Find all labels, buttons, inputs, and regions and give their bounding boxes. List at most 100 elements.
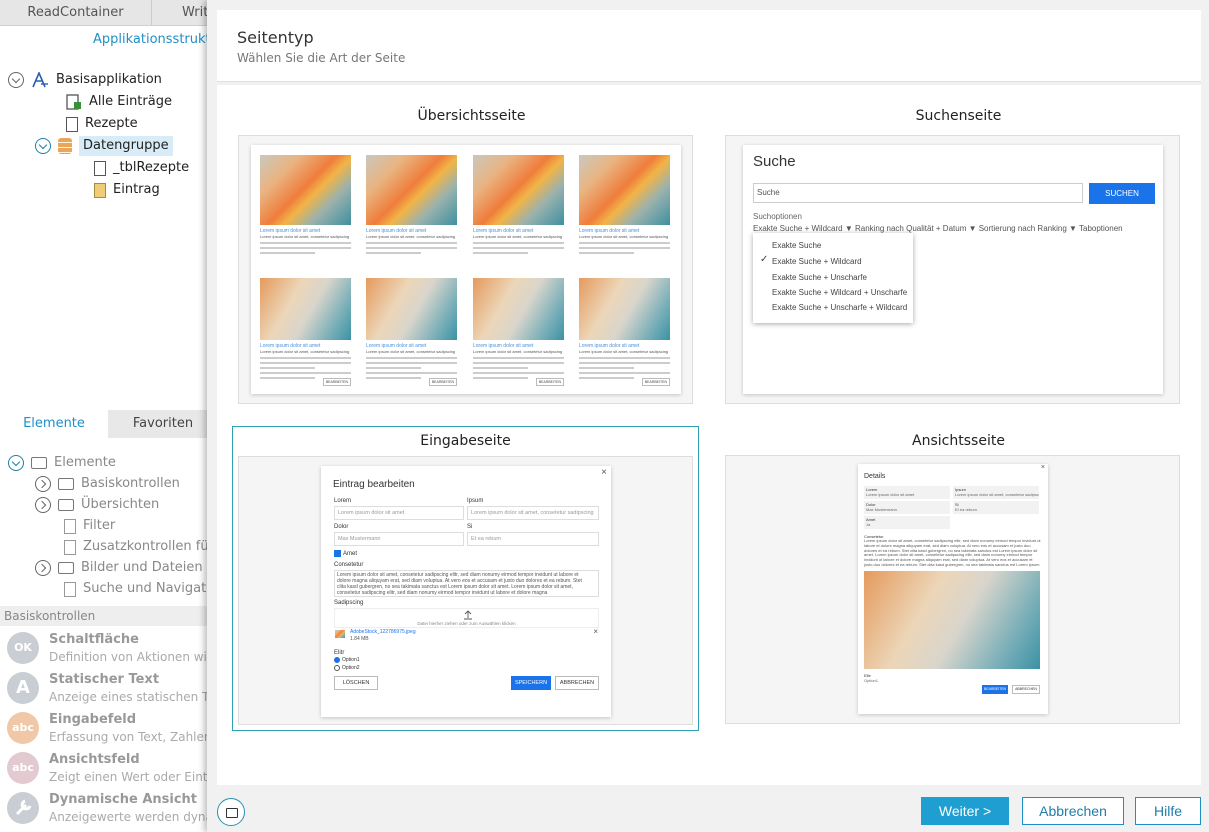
search-mode-menu: Exakte Suche ✓ Exakte Suche + Wildcard E… [753, 233, 913, 323]
elements-bilder[interactable]: Bilder und Dateien [35, 558, 203, 578]
menu-item: Exakte Suche + Wildcard [772, 257, 862, 266]
elements-basiskontrollen[interactable]: Basiskontrollen [35, 474, 180, 494]
tab-readcontainer[interactable]: ReadContainer [0, 0, 152, 26]
folder-icon [58, 478, 74, 490]
overview-item-text-line [579, 377, 634, 379]
overview-item-image [579, 278, 670, 340]
textarea-label: Consetetur [334, 562, 364, 568]
overview-item-text-line [579, 362, 670, 364]
control-desc: Anzeige eines statischen Te [49, 690, 215, 704]
tree-label: Übersichten [81, 497, 160, 512]
elements-root[interactable]: Elemente [8, 453, 116, 473]
option-suchenseite[interactable]: Suchenseite Suche Suche SUCHEN Suchoptio… [725, 105, 1192, 404]
option-uebersichtsseite[interactable]: Übersichtsseite Lorem ipsum dolor sit am… [238, 105, 705, 404]
option-eingabeseite[interactable]: Eingabeseite Eintrag bearbeiten × Lorem … [232, 426, 699, 731]
overview-item-image [473, 155, 564, 225]
structure-heading[interactable]: Applikationsstruktu [93, 32, 219, 47]
expand-icon[interactable] [35, 476, 51, 492]
tree-item-rezepte[interactable]: Rezepte [66, 114, 138, 134]
tree-label: Zusatzkontrollen fü [83, 539, 209, 554]
control-title: Dynamische Ansicht [49, 792, 198, 807]
search-button: SUCHEN [1089, 183, 1155, 204]
control-eingabefeld[interactable]: abc Eingabefeld Erfassung von Text, Zahl… [0, 708, 220, 748]
view-preview-card: Details × Lorem Lorem ipsum dolor sit am… [858, 464, 1048, 714]
control-desc: Zeigt einen Wert oder Eintr [49, 770, 213, 784]
cancel-button[interactable]: Abbrechen [1022, 797, 1124, 825]
overview-item-text-line [260, 247, 351, 249]
view-field: Dolor Max Mustermann [864, 501, 950, 514]
page-icon [64, 518, 76, 534]
collapse-icon[interactable] [8, 72, 24, 88]
help-button[interactable]: Hilfe [1135, 797, 1201, 825]
tree-item-tblrezepte[interactable]: _tblRezepte [94, 158, 189, 178]
radio-selected-icon [334, 657, 340, 663]
overview-item-text-line [579, 357, 670, 359]
edit-button: BEARBEITEN [982, 685, 1008, 694]
tree-item-eintrag[interactable]: Eintrag [94, 180, 160, 200]
elements-filter[interactable]: Filter [64, 516, 115, 536]
option-ansichtsseite[interactable]: Ansichtsseite Details × Lorem Lorem ipsu… [725, 430, 1192, 725]
control-ansichtsfeld[interactable]: abc Ansichtsfeld Zeigt einen Wert oder E… [0, 748, 220, 788]
overview-item-text-line [473, 357, 564, 359]
checkbox-icon [334, 550, 341, 557]
database-icon [58, 138, 72, 154]
view-field: Ipsum Lorem ipsum dolor sit amet, conset… [953, 486, 1039, 499]
app-icon [31, 70, 49, 88]
field-input: Et ea rebum [467, 532, 599, 546]
overview-item: Lorem ipsum dolor sit amet Lorem ipsum do… [260, 278, 351, 386]
help-screen-icon[interactable] [217, 798, 245, 826]
elements-zusatzkontrollen[interactable]: Zusatzkontrollen fü [64, 537, 209, 557]
overview-item-text-line [579, 372, 670, 374]
overview-item-button: BEARBEITEN [322, 378, 351, 386]
view-field: Amet Ja [864, 516, 950, 529]
overview-item-text-line [366, 367, 421, 369]
field-label: Ipsum [467, 498, 484, 504]
tab-elemente[interactable]: Elemente [0, 410, 108, 438]
control-schaltflaeche[interactable]: OK Schaltfläche Definition von Aktionen … [0, 628, 220, 668]
checkbox-label: Amet [343, 551, 358, 557]
upload-icon [464, 610, 472, 620]
collapse-icon[interactable] [35, 138, 51, 154]
file-thumbnail [335, 630, 345, 638]
expand-icon[interactable] [35, 497, 51, 513]
overview-item-subtitle: Lorem ipsum dolor sit amet, consetetur s… [579, 234, 669, 239]
save-button: SPEICHERN [511, 676, 551, 690]
overview-item-text-line [260, 252, 315, 254]
field-label: Lorem [334, 498, 352, 504]
option-label: Ansichtsseite [912, 433, 1005, 449]
overview-item-text-line [260, 242, 351, 244]
option-preview: Eintrag bearbeiten × Lorem Lorem ipsum d… [238, 456, 693, 725]
field-label: Dolor [334, 524, 349, 530]
search-options-label: Suchoptionen [753, 212, 802, 221]
dialog-subtitle: Wählen Sie die Art der Seite [237, 51, 406, 65]
panel-tabs: Elemente Favoriten [0, 410, 220, 438]
page-icon [64, 539, 76, 555]
field-label: Si [467, 524, 473, 530]
collapse-icon[interactable] [8, 455, 24, 471]
search-preview-card: Suche Suche SUCHEN Suchoptionen Exakte S… [743, 145, 1163, 394]
tree-label: Basiskontrollen [81, 476, 180, 491]
search-options-row: Exakte Suche + Wildcard ▼ Ranking nach Q… [753, 224, 1123, 233]
overview-item-image [260, 155, 351, 225]
overview-item-text-line [473, 377, 528, 379]
tree-item-datengruppe[interactable]: Datengruppe [35, 136, 173, 156]
elements-suche[interactable]: Suche und Navigatio [64, 579, 218, 599]
tab-write[interactable]: Writ [182, 0, 208, 26]
control-desc: Definition von Aktionen wi [49, 650, 207, 664]
table-icon [94, 160, 106, 176]
next-button[interactable]: Weiter > [921, 797, 1009, 825]
textarea: Lorem ipsum dolor sit amet, consetetur s… [334, 570, 599, 597]
overview-item-text-line [579, 367, 634, 369]
overview-item-text-line [579, 252, 634, 254]
elements-uebersichten[interactable]: Übersichten [35, 495, 159, 515]
tree-item-alle-eintraege[interactable]: Alle Einträge [66, 92, 172, 112]
tree-item-basisapplikation[interactable]: Basisapplikation [8, 70, 162, 90]
form-preview-card: Eintrag bearbeiten × Lorem Lorem ipsum d… [321, 466, 611, 717]
overview-item: Lorem ipsum dolor sit amet Lorem ipsum do… [473, 155, 564, 265]
expand-icon[interactable] [35, 560, 51, 576]
control-statischer-text[interactable]: A Statischer Text Anzeige eines statisch… [0, 668, 220, 708]
control-dynamische-ansicht[interactable]: Dynamische Ansicht Anzeigewerte werden d… [0, 788, 220, 828]
view-field-icon: abc [7, 752, 39, 784]
page-icon [66, 116, 78, 132]
tab-favoriten[interactable]: Favoriten [108, 410, 218, 438]
